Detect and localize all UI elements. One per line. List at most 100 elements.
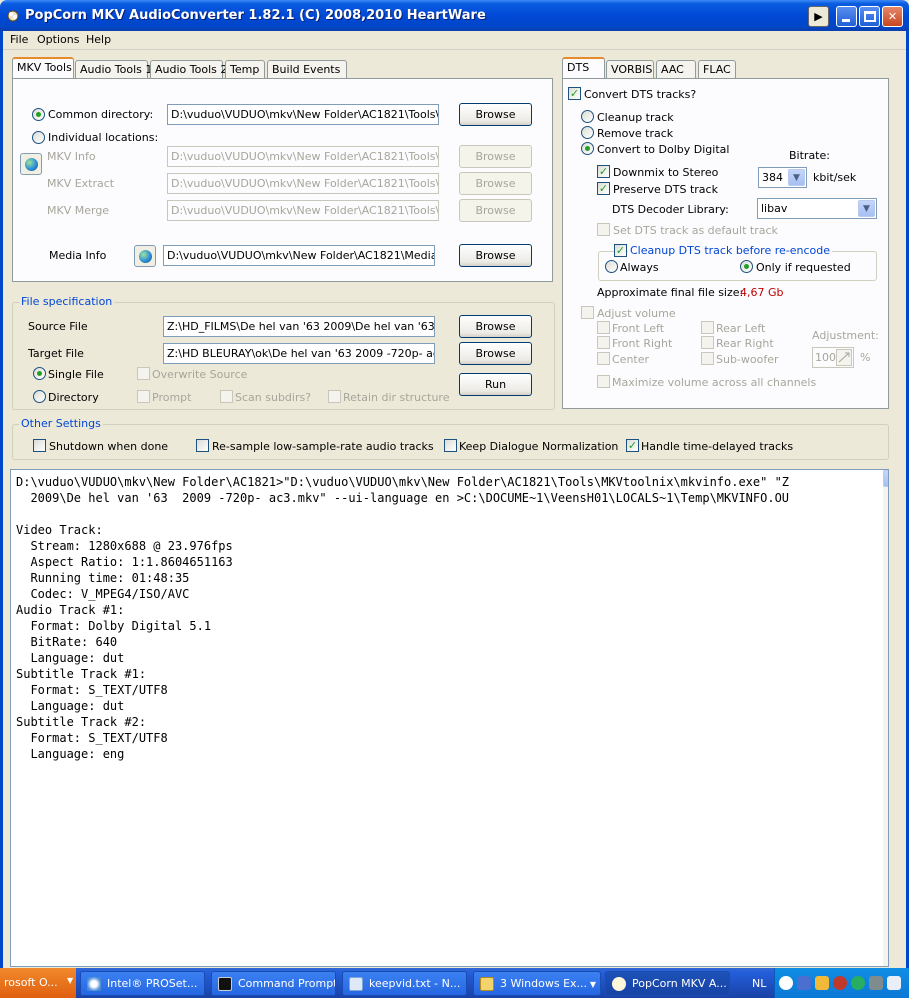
convert-dts-checkbox[interactable]: ✓ xyxy=(568,87,581,100)
tab-mkv-tools[interactable]: MKV Tools xyxy=(12,57,74,78)
console-output[interactable]: D:\vuduo\VUDUO\mkv\New Folder\AC1821>"D:… xyxy=(10,469,889,967)
globe-icon[interactable] xyxy=(20,153,42,175)
vertical-scrollbar[interactable]: ▲ xyxy=(883,470,888,966)
single-file-radio[interactable] xyxy=(33,367,46,380)
browse-media-info-button[interactable]: Browse xyxy=(459,244,532,267)
downmix-checkbox[interactable]: ✓ xyxy=(597,165,610,178)
tab-vorbis[interactable]: VORBIS xyxy=(606,60,654,78)
play-icon[interactable]: ▶ xyxy=(808,6,829,27)
menu-options[interactable]: Options xyxy=(37,33,79,46)
antivirus-icon[interactable] xyxy=(851,976,865,990)
remove-track-radio[interactable] xyxy=(581,126,594,139)
maximize-checkbox[interactable] xyxy=(597,375,610,388)
rear-left-checkbox[interactable] xyxy=(701,321,714,334)
only-if-requested-radio[interactable] xyxy=(740,260,753,273)
center-checkbox[interactable] xyxy=(597,352,610,365)
scroll-up-icon[interactable]: ▲ xyxy=(883,470,888,487)
tab-flac[interactable]: FLAC xyxy=(698,60,736,78)
tab-audio-tools-1[interactable]: Audio Tools 1 xyxy=(75,60,152,78)
target-file-field[interactable]: Z:\HD BLEURAY\ok\De hel van '63 2009 -72… xyxy=(163,343,435,364)
tab-aac[interactable]: AAC xyxy=(656,60,696,78)
task-windows-explorer[interactable]: 3 Windows Ex... ▼ xyxy=(473,971,601,996)
sub-woofer-checkbox[interactable] xyxy=(701,352,714,365)
mkv-extract-field[interactable]: D:\vuduo\VUDUO\mkv\New Folder\AC1821\Too… xyxy=(167,173,439,194)
decoder-value: libav xyxy=(761,202,788,215)
network-icon[interactable] xyxy=(797,976,811,990)
console-line: Codec: V_MPEG4/ISO/AVC xyxy=(16,587,190,601)
mkv-info-field[interactable]: D:\vuduo\VUDUO\mkv\New Folder\AC1821\Too… xyxy=(167,146,439,167)
browse-target-button[interactable]: Browse xyxy=(459,342,532,365)
shutdown-checkbox[interactable] xyxy=(33,439,46,452)
chevron-down-icon[interactable]: ▼ xyxy=(858,200,875,217)
speaker-icon[interactable] xyxy=(869,976,883,990)
prompt-label: Prompt xyxy=(152,391,192,404)
source-file-label: Source File xyxy=(28,320,88,333)
cleanup-before-checkbox[interactable]: ✓ xyxy=(614,244,627,257)
front-right-checkbox[interactable] xyxy=(597,336,610,349)
console-icon xyxy=(218,977,232,991)
rear-right-checkbox[interactable] xyxy=(701,336,714,349)
front-left-checkbox[interactable] xyxy=(597,321,610,334)
task-popcorn[interactable]: PopCorn MKV A... xyxy=(605,971,730,996)
media-info-globe-icon[interactable] xyxy=(134,245,156,267)
mkv-merge-field[interactable]: D:\vuduo\VUDUO\mkv\New Folder\AC1821\Too… xyxy=(167,200,439,221)
convert-dolby-radio[interactable] xyxy=(581,142,594,155)
common-directory-field[interactable]: D:\vuduo\VUDUO\mkv\New Folder\AC1821\Too… xyxy=(167,104,439,125)
wireless-icon[interactable] xyxy=(887,976,901,990)
tab-audio-tools-2[interactable]: Audio Tools 2 xyxy=(150,60,227,78)
media-info-field[interactable]: D:\vuduo\VUDUO\mkv\New Folder\AC1821\Med… xyxy=(163,245,435,266)
scan-subdirs-checkbox[interactable] xyxy=(220,390,233,403)
maximize-button[interactable] xyxy=(859,6,880,27)
individual-locations-label: Individual locations: xyxy=(48,131,159,144)
taskbar-item-fragment[interactable]: rosoft O... ▼ xyxy=(0,968,76,998)
chevron-down-icon[interactable]: ▼ xyxy=(788,169,805,186)
browse-mkv-info-button[interactable]: Browse xyxy=(459,145,532,168)
console-line: Running time: 01:48:35 xyxy=(16,571,190,585)
console-line: D:\vuduo\VUDUO\mkv\New Folder\AC1821>"D:… xyxy=(16,475,790,489)
percent-label: % xyxy=(860,351,871,364)
back-arrow-icon[interactable] xyxy=(779,976,793,990)
individual-locations-radio[interactable] xyxy=(32,131,45,144)
resample-label: Re-sample low-sample-rate audio tracks xyxy=(212,440,434,453)
title-bar[interactable]: PopCorn MKV AudioConverter 1.82.1 (C) 20… xyxy=(0,0,909,31)
browse-source-button[interactable]: Browse xyxy=(459,315,532,338)
browse-mkv-extract-button[interactable]: Browse xyxy=(459,172,532,195)
tab-dts[interactable]: DTS xyxy=(562,57,605,78)
spinner-arrows-icon[interactable] xyxy=(836,349,852,366)
close-button[interactable]: ✕ xyxy=(882,6,903,27)
console-line: Stream: 1280x688 @ 23.976fps xyxy=(16,539,233,553)
front-right-label: Front Right xyxy=(612,337,673,350)
cleanup-track-radio[interactable] xyxy=(581,110,594,123)
task-intel-proset[interactable]: Intel® PROSet... xyxy=(80,971,205,996)
keep-dialogue-checkbox[interactable] xyxy=(444,439,457,452)
menu-file[interactable]: File xyxy=(10,33,28,46)
menu-help[interactable]: Help xyxy=(86,33,111,46)
bitrate-select[interactable]: 384 ▼ xyxy=(758,167,807,188)
run-button[interactable]: Run xyxy=(459,373,532,396)
task-keepvid[interactable]: keepvid.txt - N... xyxy=(342,971,467,996)
tab-temp[interactable]: Temp xyxy=(225,60,265,78)
always-radio[interactable] xyxy=(605,260,618,273)
security-icon[interactable] xyxy=(833,976,847,990)
retain-dir-checkbox[interactable] xyxy=(328,390,341,403)
resample-checkbox[interactable] xyxy=(196,439,209,452)
source-file-field[interactable]: Z:\HD_FILMS\De hel van '63 2009\De hel v… xyxy=(163,316,435,337)
clock-icon[interactable] xyxy=(815,976,829,990)
minimize-button[interactable] xyxy=(836,6,857,27)
overwrite-source-checkbox[interactable] xyxy=(137,367,150,380)
preserve-dts-checkbox[interactable]: ✓ xyxy=(597,182,610,195)
set-default-checkbox[interactable] xyxy=(597,223,610,236)
console-line: Format: S_TEXT/UTF8 xyxy=(16,731,168,745)
handle-delayed-checkbox[interactable]: ✓ xyxy=(626,439,639,452)
browse-mkv-merge-button[interactable]: Browse xyxy=(459,199,532,222)
language-indicator[interactable]: NL xyxy=(752,977,766,990)
common-directory-radio[interactable] xyxy=(32,108,45,121)
front-left-label: Front Left xyxy=(612,322,665,335)
browse-common-button[interactable]: Browse xyxy=(459,103,532,126)
directory-radio[interactable] xyxy=(33,390,46,403)
adjust-volume-checkbox[interactable] xyxy=(581,306,594,319)
prompt-checkbox[interactable] xyxy=(137,390,150,403)
tab-build-events[interactable]: Build Events xyxy=(267,60,347,78)
task-command-prompt[interactable]: Command Prompt xyxy=(211,971,336,996)
decoder-select[interactable]: libav ▼ xyxy=(757,198,877,219)
